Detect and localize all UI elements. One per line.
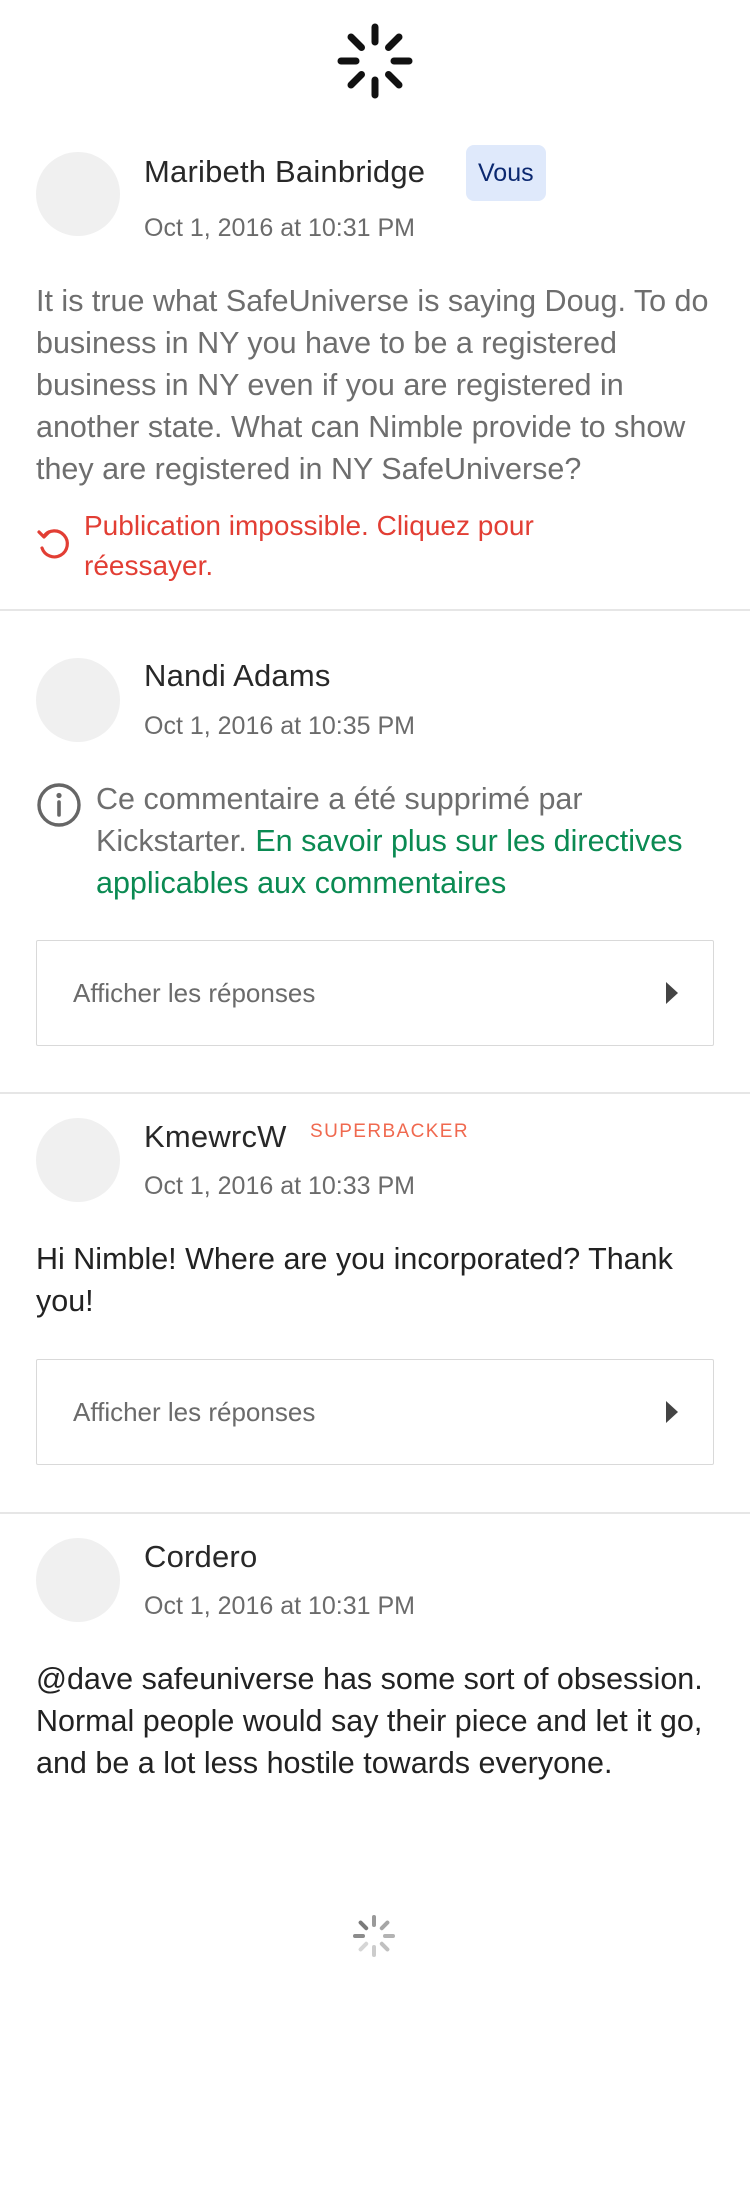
info-icon [37, 783, 81, 827]
deleted-message: Ce commentaire a été supprimé par Kickst… [96, 778, 726, 904]
comment-author[interactable]: Nandi Adams [144, 658, 331, 694]
comment-body: Hi Nimble! Where are you incorporated? T… [36, 1242, 673, 1318]
loading-spinner-icon [337, 23, 413, 99]
show-replies-label: Afficher les réponses [73, 1397, 316, 1427]
avatar[interactable] [36, 152, 120, 236]
show-replies-label: Afficher les réponses [73, 978, 316, 1008]
comment-author[interactable]: Cordero [144, 1539, 257, 1575]
show-replies-button[interactable]: Afficher les réponses [36, 1359, 714, 1465]
caret-right-icon [666, 1401, 678, 1423]
comment-divider [0, 609, 750, 611]
retry-icon[interactable] [36, 526, 72, 562]
comment-divider [0, 1512, 750, 1514]
show-replies-button[interactable]: Afficher les réponses [36, 940, 714, 1046]
comment-timestamp: Oct 1, 2016 at 10:33 PM [144, 1172, 415, 1200]
avatar[interactable] [36, 1118, 120, 1202]
comments-page: Maribeth Bainbridge Vous Oct 1, 2016 at … [0, 0, 750, 2200]
superbacker-badge: SUPERBACKER [310, 1121, 469, 1142]
comment-timestamp: Oct 1, 2016 at 10:31 PM [144, 1592, 415, 1620]
comment-body: It is true what SafeUniverse is saying D… [36, 284, 709, 486]
avatar[interactable] [36, 658, 120, 742]
comment-divider [0, 1092, 750, 1094]
loading-spinner-icon [353, 1915, 395, 1957]
comment-body: @dave safeuniverse has some sort of obse… [36, 1662, 703, 1780]
comment-author[interactable]: Maribeth Bainbridge [144, 154, 425, 190]
post-error-message[interactable]: Publication impossible. Cliquez pour rée… [84, 506, 564, 586]
avatar[interactable] [36, 1538, 120, 1622]
comment-timestamp: Oct 1, 2016 at 10:31 PM [144, 214, 415, 242]
comment-timestamp: Oct 1, 2016 at 10:35 PM [144, 712, 415, 740]
comment-author[interactable]: KmewrcW [144, 1119, 287, 1155]
you-badge: Vous [466, 145, 546, 201]
caret-right-icon [666, 982, 678, 1004]
